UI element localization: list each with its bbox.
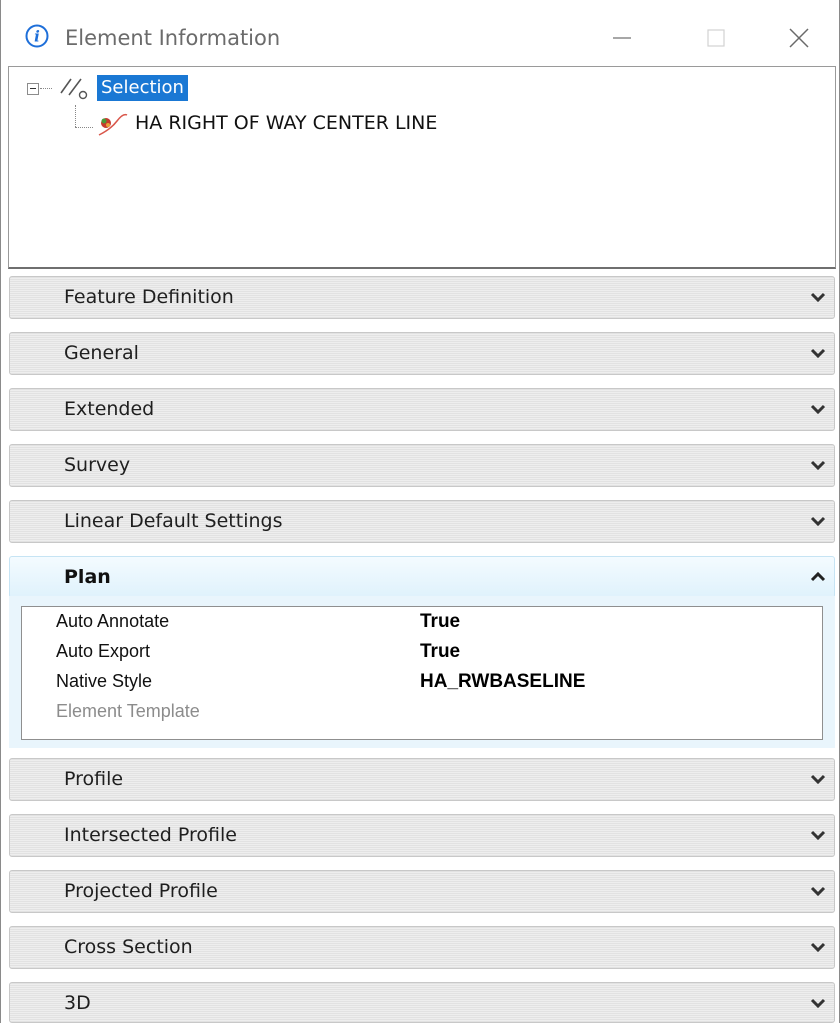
section-profile[interactable]: Profile <box>9 758 835 801</box>
property-value[interactable]: True <box>420 611 460 633</box>
property-name: Auto Export <box>56 641 151 661</box>
chevron-down-icon <box>810 998 826 1009</box>
element-information-window: i Element Information Selection HA RIGHT… <box>0 0 840 1023</box>
maximize-icon[interactable] <box>693 18 737 58</box>
section-intersected-profile[interactable]: Intersected Profile <box>9 814 835 857</box>
section-label: Profile <box>64 768 124 790</box>
chevron-down-icon <box>810 942 826 953</box>
section-extended[interactable]: Extended <box>9 388 835 431</box>
chevron-down-icon <box>810 292 826 303</box>
chevron-down-icon <box>810 460 826 471</box>
property-row[interactable]: Auto Annotate True <box>22 607 822 637</box>
minimize-icon[interactable] <box>599 18 643 58</box>
section-label: Feature Definition <box>64 286 234 308</box>
property-row[interactable]: Auto Export True <box>22 637 822 667</box>
linear-feature-icon <box>98 113 128 136</box>
plan-section-body: Auto Annotate True Auto Export True Nati… <box>9 596 835 748</box>
section-label: Survey <box>64 454 131 476</box>
close-icon[interactable] <box>777 18 821 58</box>
property-name: Native Style <box>56 671 153 691</box>
tree-connector <box>75 127 93 128</box>
section-plan[interactable]: Plan <box>9 556 835 598</box>
section-label: Linear Default Settings <box>64 510 283 532</box>
chevron-down-icon <box>810 774 826 785</box>
tree-connector <box>40 88 52 89</box>
section-feature-definition[interactable]: Feature Definition <box>9 276 835 319</box>
section-label: Projected Profile <box>64 880 218 902</box>
collapse-toggle-icon[interactable] <box>27 83 39 95</box>
chevron-down-icon <box>810 516 826 527</box>
section-label: Extended <box>64 398 155 420</box>
svg-text:i: i <box>34 28 40 46</box>
tree-item-element[interactable]: HA RIGHT OF WAY CENTER LINE <box>135 111 437 135</box>
section-label: Cross Section <box>64 936 193 958</box>
section-linear-default-settings[interactable]: Linear Default Settings <box>9 500 835 543</box>
window-title: Element Information <box>65 26 281 50</box>
section-label: Intersected Profile <box>64 824 237 846</box>
property-row[interactable]: Native Style HA_RWBASELINE <box>22 667 822 697</box>
chevron-down-icon <box>810 830 826 841</box>
section-projected-profile[interactable]: Projected Profile <box>9 870 835 913</box>
section-survey[interactable]: Survey <box>9 444 835 487</box>
title-bar: i Element Information <box>1 0 839 74</box>
tree-item-selection[interactable]: Selection <box>97 75 188 101</box>
chevron-down-icon <box>810 348 826 359</box>
section-cross-section[interactable]: Cross Section <box>9 926 835 969</box>
selection-icon <box>60 78 88 100</box>
tree-connector <box>75 105 76 127</box>
info-icon: i <box>25 24 49 48</box>
section-3d[interactable]: 3D <box>9 982 835 1023</box>
property-value[interactable]: True <box>420 641 460 663</box>
chevron-down-icon <box>810 404 826 415</box>
chevron-down-icon <box>810 886 826 897</box>
property-grid: Auto Annotate True Auto Export True Nati… <box>21 606 823 740</box>
section-label: General <box>64 342 139 364</box>
property-name: Auto Annotate <box>56 611 170 631</box>
section-general[interactable]: General <box>9 332 835 375</box>
selection-tree[interactable]: Selection HA RIGHT OF WAY CENTER LINE <box>8 66 836 269</box>
property-row: Element Template <box>22 697 822 727</box>
property-name: Element Template <box>56 701 200 721</box>
property-value[interactable]: HA_RWBASELINE <box>420 671 585 693</box>
chevron-up-icon <box>810 571 826 582</box>
section-label: Plan <box>64 566 111 588</box>
section-label: 3D <box>64 992 91 1014</box>
